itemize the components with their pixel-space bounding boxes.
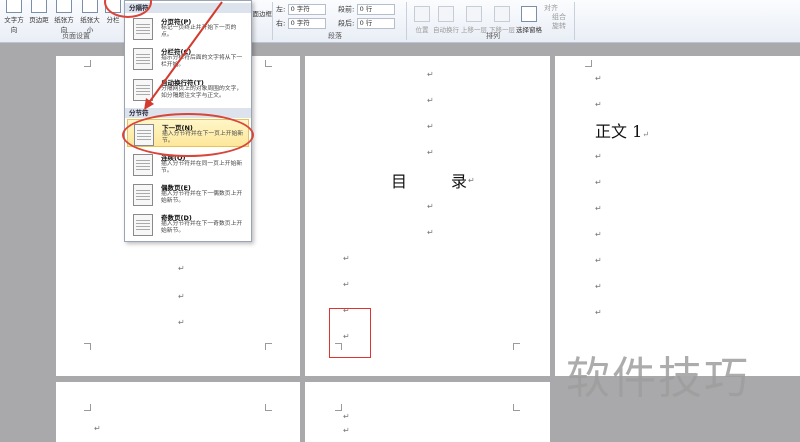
watermark: 软件技巧 <box>566 353 750 404</box>
